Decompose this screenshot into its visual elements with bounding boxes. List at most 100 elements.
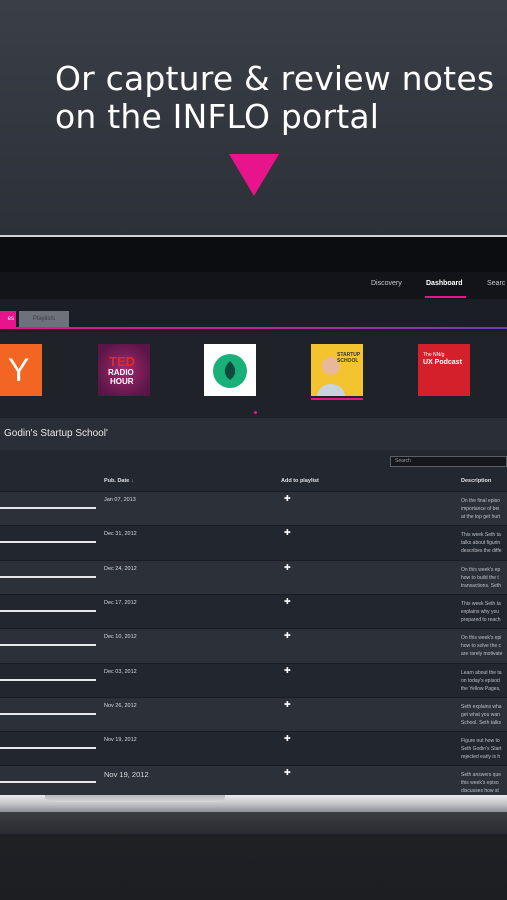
description-line: School. Seth talks	[461, 719, 502, 726]
description-line: rejected early is h	[461, 754, 501, 761]
table-row[interactable]: Nov 19, 2012 ✚ Figure out how to Seth Godin…	[0, 731, 507, 767]
episode-date: Dec 17, 2012	[104, 599, 137, 606]
description-line: talks about figurin	[461, 540, 501, 547]
episode-date: Dec 10, 2012	[104, 634, 137, 641]
laptop-shadow	[0, 812, 507, 834]
tile-nng-label: The NN/g	[423, 352, 445, 358]
description-line: importance of bei	[461, 506, 500, 512]
episode-title-bar	[0, 609, 96, 612]
description-line: Seth Godin's Start	[461, 746, 502, 753]
description-line: Seth explains wha	[461, 703, 502, 710]
add-to-playlist-icon[interactable]: ✚	[284, 528, 291, 537]
episode-description: Seth answers que this week's episo discuss…	[461, 771, 507, 795]
tile-startup-school-label: STARTUP SCHOOL	[337, 352, 361, 364]
description-line: describes the diffe	[461, 548, 502, 555]
table-row[interactable]: Dec 24, 2012 ✚ On this week's ep how to bui…	[0, 559, 507, 595]
nav-active-indicator	[425, 296, 466, 298]
description-line: Figure out how to	[461, 738, 500, 745]
description-line: this week's episo	[461, 780, 499, 787]
description-line: how to solve the c	[461, 643, 502, 650]
add-to-playlist-icon[interactable]: ✚	[284, 494, 291, 503]
episode-description: Learn about the ta on today's episod the Y…	[461, 669, 507, 693]
episode-title-bar	[0, 644, 96, 647]
tile-radio-label: RADIO	[108, 368, 134, 377]
table-row[interactable]: Dec 17, 2012 ✚ This week Seth ta explains w…	[0, 593, 507, 629]
tile-ted-radio-hour[interactable]: TED RADIO HOUR	[98, 344, 150, 396]
episode-title-bar	[0, 507, 96, 509]
episode-title-bar	[0, 712, 96, 715]
down-arrow-icon	[229, 154, 279, 196]
description-line: transactions. Seth	[461, 582, 502, 589]
add-to-playlist-icon[interactable]: ✚	[284, 597, 291, 606]
add-to-playlist-icon[interactable]: ✚	[284, 700, 291, 709]
table-row[interactable]: Nov 19, 2012 ✚ Seth answers que this week's…	[0, 765, 507, 795]
description-line: explains why you	[461, 608, 500, 615]
description-line: how to build the t	[461, 574, 499, 581]
table-row[interactable]: Dec 31, 2012 ✚ This week Seth ta talks abou…	[0, 525, 507, 561]
episode-title-bar	[0, 781, 96, 784]
tab-playlists[interactable]: Playlists	[19, 311, 69, 327]
add-to-playlist-icon[interactable]: ✚	[284, 734, 291, 743]
tile-nng-ux-podcast[interactable]: The NN/g UX Podcast	[418, 344, 470, 396]
episode-date: Dec 31, 2012	[104, 531, 137, 538]
episode-description: This week Seth ta talks about figurin desc…	[461, 531, 507, 555]
tile-hour-label: HOUR	[110, 377, 134, 386]
episode-date: Nov 19, 2012	[104, 770, 149, 780]
add-to-playlist-icon[interactable]: ✚	[284, 768, 291, 777]
header-add-to-playlist: Add to playlist	[281, 478, 319, 484]
description-line: the Yellow Pages,	[461, 685, 501, 692]
tile-startup-school[interactable]: STARTUP SCHOOL	[311, 344, 363, 396]
episode-title-bar	[0, 541, 96, 544]
episode-date: Dec 03, 2012	[104, 668, 137, 675]
description-line: at the top get hurt	[461, 514, 501, 520]
table-row[interactable]: Nov 26, 2012 ✚ Seth explains wha get what y…	[0, 696, 507, 732]
headline: Or capture & review notes on the INFLO p…	[55, 60, 505, 136]
add-to-playlist-icon[interactable]: ✚	[284, 666, 291, 675]
description-line: Seth answers que	[461, 772, 502, 779]
episode-description: On this week's ep how to build the t trans…	[461, 566, 507, 590]
header-pub-date[interactable]: Pub. Date ↓	[104, 478, 134, 484]
search-input[interactable]: Search	[390, 456, 507, 467]
description-line: This week Seth ta	[461, 532, 501, 539]
description-line: Learn about the ta	[461, 669, 502, 676]
selected-tile-indicator	[311, 398, 363, 400]
episode-description: On the final episo importance of bei at th…	[461, 497, 507, 521]
episode-description: Figure out how to Seth Godin's Start rejec…	[461, 737, 507, 761]
sort-icon: ↓	[130, 478, 134, 484]
nav-dashboard[interactable]: Dashboard	[426, 280, 463, 287]
top-nav: Discovery Dashboard Searc	[0, 272, 507, 299]
tab-episodes[interactable]: es	[0, 311, 16, 327]
table-row[interactable]: Dec 03, 2012 ✚ Learn about the ta on today'…	[0, 662, 507, 698]
description-line: On this week's epi	[461, 635, 502, 642]
header-pub-date-label: Pub. Date	[104, 478, 130, 484]
header-description: Description	[461, 478, 492, 484]
podcast-carousel: Y TED RADIO HOUR STARTUP SCHOOL The NN/g…	[0, 332, 507, 418]
laptop-base	[0, 795, 507, 812]
portal-screen: Discovery Dashboard Searc es Playlists Y…	[0, 272, 507, 795]
add-to-playlist-icon[interactable]: ✚	[284, 631, 291, 640]
headline-line-1: Or capture & review notes	[55, 59, 495, 98]
podcast-title-bar: Godin's Startup School'	[0, 418, 507, 450]
tab-divider	[0, 327, 507, 329]
headline-line-2: on the INFLO portal	[55, 97, 380, 136]
episode-title-bar	[0, 575, 96, 578]
table-row[interactable]: Dec 10, 2012 ✚ On this week's epi how to so…	[0, 628, 507, 664]
podcast-title: Godin's Startup School'	[4, 428, 108, 439]
description-line: are rarely motivate	[461, 651, 503, 658]
episode-title-bar	[0, 747, 96, 750]
tile-y-combinator[interactable]: Y	[0, 344, 42, 396]
episode-title-bar	[0, 678, 96, 681]
nav-search[interactable]: Searc	[487, 280, 505, 287]
laptop-notch	[45, 795, 225, 802]
description-line: discusses how st	[461, 788, 499, 795]
description-line: This week Seth ta	[461, 600, 501, 607]
carousel-dot[interactable]	[254, 411, 257, 414]
episode-date: Nov 26, 2012	[104, 702, 137, 709]
tile-green-leaf[interactable]	[204, 344, 256, 396]
description-line: get what you wan	[461, 711, 500, 718]
add-to-playlist-icon[interactable]: ✚	[284, 563, 291, 572]
nav-discovery[interactable]: Discovery	[371, 280, 402, 287]
table-row[interactable]: Jan 07, 2013 ✚ On the final episo importanc…	[0, 491, 507, 526]
tab-bar: es Playlists	[0, 299, 507, 332]
episode-date: Dec 24, 2012	[104, 565, 137, 572]
